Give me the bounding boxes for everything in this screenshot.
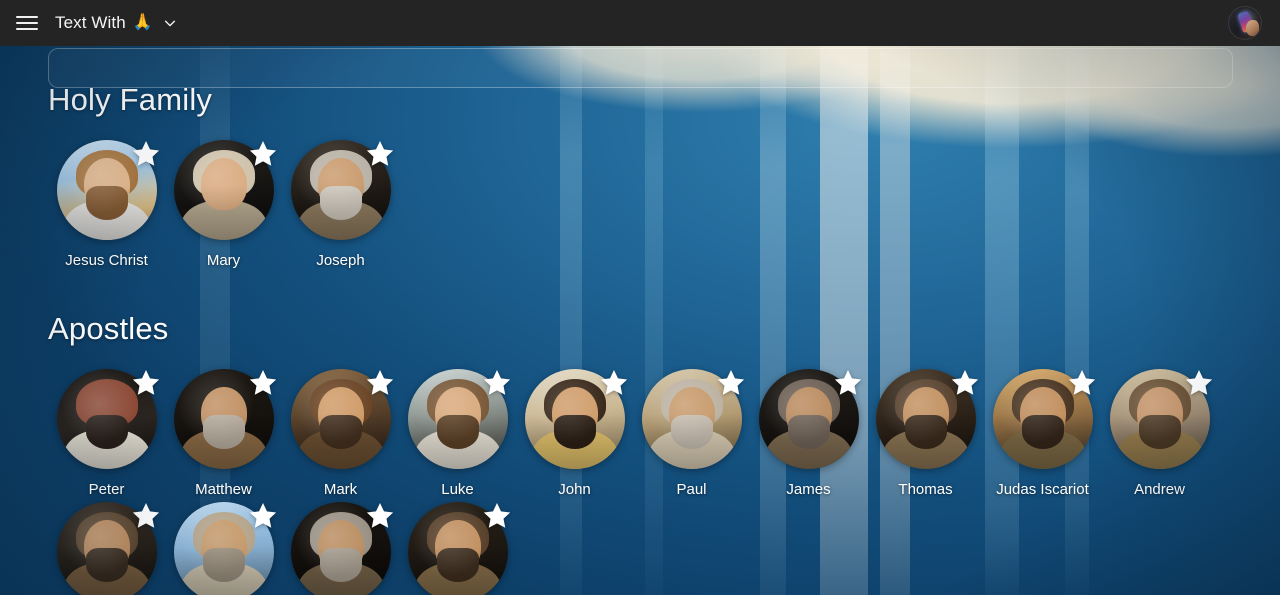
avatar-wrapper[interactable]	[290, 369, 393, 469]
hamburger-line	[16, 22, 38, 24]
character-name: Mary	[206, 252, 241, 269]
character-card[interactable]: Andrew	[1101, 369, 1218, 502]
hamburger-line	[16, 16, 38, 18]
character-card[interactable]	[48, 502, 165, 595]
account-avatar[interactable]	[1228, 6, 1262, 40]
character-card[interactable]	[165, 502, 282, 595]
character-card[interactable]	[282, 502, 399, 595]
character-card[interactable]: Peter	[48, 369, 165, 502]
app-title-dropdown[interactable]: Text With 🙏	[55, 13, 177, 33]
portrait-shading	[407, 369, 508, 469]
avatar-wrapper[interactable]	[290, 502, 393, 595]
section-title: Apostles	[48, 311, 169, 346]
character-name: Joseph	[316, 252, 365, 269]
character-name: Luke	[441, 481, 474, 498]
character-avatar[interactable]	[290, 502, 391, 595]
character-avatar[interactable]	[407, 502, 508, 595]
portrait-shading	[290, 369, 391, 469]
avatar-wrapper[interactable]	[173, 502, 276, 595]
avatar-wrapper[interactable]	[524, 369, 627, 469]
avatar-wrapper[interactable]	[407, 369, 510, 469]
portrait-shading	[1109, 369, 1210, 469]
character-avatar[interactable]	[641, 369, 742, 469]
avatar-wrapper[interactable]	[173, 140, 276, 240]
character-name: James	[786, 481, 831, 498]
avatar-wrapper[interactable]	[173, 369, 276, 469]
hamburger-line	[16, 28, 38, 30]
character-avatar[interactable]	[992, 369, 1093, 469]
portrait-shading	[56, 502, 157, 595]
avatar-wrapper[interactable]	[875, 369, 978, 469]
portrait-shading	[173, 140, 274, 240]
character-name: Peter	[88, 481, 125, 498]
avatar-wrapper[interactable]	[992, 369, 1095, 469]
avatar-wrapper[interactable]	[290, 140, 393, 240]
portrait-shading	[758, 369, 859, 469]
character-name: Judas Iscariot	[996, 481, 1089, 498]
portrait-shading	[290, 140, 391, 240]
character-avatar[interactable]	[173, 369, 274, 469]
character-card[interactable]: Mark	[282, 369, 399, 502]
search-input[interactable]	[48, 48, 1233, 88]
character-avatar[interactable]	[173, 140, 274, 240]
section-title: Holy Family	[48, 82, 213, 117]
app-title: Text With	[55, 13, 126, 32]
character-row: Peter Matthew Mark Luke John Paul James Thomas J…	[0, 369, 1280, 595]
character-card[interactable]	[399, 502, 516, 595]
chevron-down-icon[interactable]	[163, 16, 177, 30]
character-avatar[interactable]	[290, 369, 391, 469]
character-avatar[interactable]	[875, 369, 976, 469]
avatar-wrapper[interactable]	[407, 502, 510, 595]
avatar-wrapper[interactable]	[56, 369, 159, 469]
avatar-wrapper[interactable]	[758, 369, 861, 469]
character-card[interactable]: Mary	[165, 140, 282, 273]
portrait-shading	[524, 369, 625, 469]
avatar-wrapper[interactable]	[56, 140, 159, 240]
character-card[interactable]: John	[516, 369, 633, 502]
portrait-shading	[173, 502, 274, 595]
character-name: Paul	[676, 481, 707, 498]
character-avatar[interactable]	[56, 502, 157, 595]
character-name: John	[558, 481, 591, 498]
portrait-shading	[641, 369, 742, 469]
character-card[interactable]: Joseph	[282, 140, 399, 273]
portrait-shading	[290, 502, 391, 595]
character-avatar[interactable]	[407, 369, 508, 469]
portrait-shading	[56, 369, 157, 469]
portrait-shading	[875, 369, 976, 469]
portrait-shading	[56, 140, 157, 240]
character-card[interactable]: Thomas	[867, 369, 984, 502]
praying-hands-icon: 🙏	[132, 14, 153, 31]
character-avatar[interactable]	[1109, 369, 1210, 469]
character-card[interactable]: Judas Iscariot	[984, 369, 1101, 502]
portrait-shading	[173, 369, 274, 469]
character-avatar[interactable]	[758, 369, 859, 469]
avatar-wrapper[interactable]	[641, 369, 744, 469]
character-avatar[interactable]	[524, 369, 625, 469]
app-root: Text With 🙏 Holy Family Jesus Christ Mary J…	[0, 0, 1280, 595]
portrait-shading	[407, 502, 508, 595]
avatar-wrapper[interactable]	[56, 502, 159, 595]
character-avatar[interactable]	[173, 502, 274, 595]
app-header: Text With 🙏	[0, 0, 1280, 46]
hamburger-menu-icon[interactable]	[14, 10, 40, 36]
character-card[interactable]: Matthew	[165, 369, 282, 502]
character-avatar[interactable]	[56, 140, 157, 240]
character-card[interactable]: Jesus Christ	[48, 140, 165, 273]
character-name: Thomas	[898, 481, 953, 498]
character-scroll-area[interactable]: Holy Family Jesus Christ Mary Joseph Apostle…	[0, 46, 1280, 595]
character-avatar[interactable]	[56, 369, 157, 469]
character-name: Matthew	[195, 481, 252, 498]
character-card[interactable]: James	[750, 369, 867, 502]
character-card[interactable]: Luke	[399, 369, 516, 502]
character-name: Mark	[323, 481, 358, 498]
avatar-wrapper[interactable]	[1109, 369, 1212, 469]
character-name: Jesus Christ	[65, 252, 148, 269]
character-name: Andrew	[1134, 481, 1185, 498]
character-row: Jesus Christ Mary Joseph	[0, 140, 1280, 273]
character-avatar[interactable]	[290, 140, 391, 240]
character-card[interactable]: Paul	[633, 369, 750, 502]
portrait-shading	[992, 369, 1093, 469]
